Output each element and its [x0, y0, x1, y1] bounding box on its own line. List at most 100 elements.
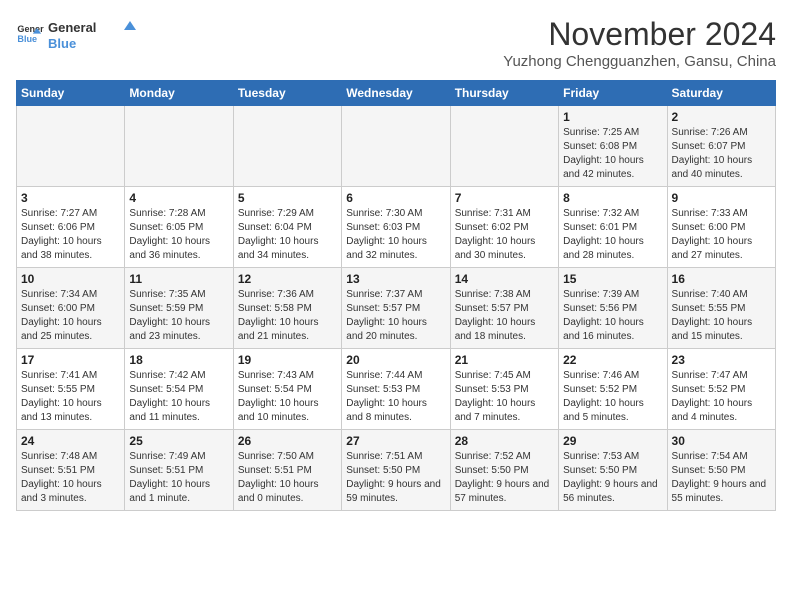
- day-info: Sunrise: 7:27 AM Sunset: 6:06 PM Dayligh…: [21, 207, 120, 263]
- calendar-cell: 13Sunrise: 7:37 AM Sunset: 5:57 PM Dayli…: [342, 268, 450, 349]
- calendar-cell: 2Sunrise: 7:26 AM Sunset: 6:07 PM Daylig…: [667, 106, 775, 187]
- day-info: Sunrise: 7:25 AM Sunset: 6:08 PM Dayligh…: [563, 126, 662, 182]
- day-number: 24: [21, 434, 120, 448]
- day-number: 14: [455, 272, 554, 286]
- calendar-cell: 5Sunrise: 7:29 AM Sunset: 6:04 PM Daylig…: [233, 187, 341, 268]
- calendar-cell: 27 Sunrise: 7:51 AM Sunset: 5:50 PM Dayli…: [342, 430, 450, 511]
- calendar-cell: 24 Sunrise: 7:48 AM Sunset: 5:51 PM Dayli…: [17, 430, 125, 511]
- weekday-header: Tuesday: [233, 81, 341, 106]
- weekday-header: Thursday: [450, 81, 558, 106]
- day-number: 7: [455, 191, 554, 205]
- day-number: 19: [238, 353, 337, 367]
- svg-text:Blue: Blue: [48, 36, 76, 51]
- calendar-cell: 17Sunrise: 7:41 AM Sunset: 5:55 PM Dayli…: [17, 349, 125, 430]
- weekday-header: Saturday: [667, 81, 775, 106]
- calendar-cell: 11Sunrise: 7:35 AM Sunset: 5:59 PM Dayli…: [125, 268, 233, 349]
- svg-text:General: General: [48, 20, 96, 35]
- day-info: Sunrise: 7:52 AM Sunset: 5:50 PM Dayligh…: [455, 450, 554, 506]
- day-info: Sunrise: 7:32 AM Sunset: 6:01 PM Dayligh…: [563, 207, 662, 263]
- day-number: 12: [238, 272, 337, 286]
- day-info: Sunrise: 7:34 AM Sunset: 6:00 PM Dayligh…: [21, 288, 120, 344]
- day-number: 10: [21, 272, 120, 286]
- calendar-cell: 12 Sunrise: 7:36 AM Sunset: 5:58 PM Dayli…: [233, 268, 341, 349]
- day-info: Sunrise: 7:38 AM Sunset: 5:57 PM Dayligh…: [455, 288, 554, 344]
- day-number: 4: [129, 191, 228, 205]
- day-number: 27: [346, 434, 445, 448]
- calendar-week-row: 24 Sunrise: 7:48 AM Sunset: 5:51 PM Dayli…: [17, 430, 776, 511]
- day-number: 16: [672, 272, 771, 286]
- day-number: 15: [563, 272, 662, 286]
- day-info: Sunrise: 7:26 AM Sunset: 6:07 PM Dayligh…: [672, 126, 771, 182]
- day-info: Sunrise: 7:36 AM Sunset: 5:58 PM Dayligh…: [238, 288, 337, 344]
- day-info: Sunrise: 7:44 AM Sunset: 5:53 PM Dayligh…: [346, 369, 445, 425]
- day-number: 6: [346, 191, 445, 205]
- calendar-cell: 22 Sunrise: 7:46 AM Sunset: 5:52 PM Dayli…: [559, 349, 667, 430]
- calendar-week-row: 3 Sunrise: 7:27 AM Sunset: 6:06 PM Daylig…: [17, 187, 776, 268]
- weekday-header-row: SundayMondayTuesdayWednesdayThursdayFrid…: [17, 81, 776, 106]
- calendar-title: November 2024: [503, 16, 776, 53]
- day-info: Sunrise: 7:37 AM Sunset: 5:57 PM Dayligh…: [346, 288, 445, 344]
- day-number: 3: [21, 191, 120, 205]
- calendar-cell: 3 Sunrise: 7:27 AM Sunset: 6:06 PM Daylig…: [17, 187, 125, 268]
- day-info: Sunrise: 7:28 AM Sunset: 6:05 PM Dayligh…: [129, 207, 228, 263]
- calendar-cell: [17, 106, 125, 187]
- calendar-cell: [233, 106, 341, 187]
- day-info: Sunrise: 7:42 AM Sunset: 5:54 PM Dayligh…: [129, 369, 228, 425]
- day-number: 22: [563, 353, 662, 367]
- header: General Blue General Blue November 2024 …: [16, 16, 776, 70]
- day-info: Sunrise: 7:50 AM Sunset: 5:51 PM Dayligh…: [238, 450, 337, 506]
- svg-text:Blue: Blue: [17, 34, 37, 44]
- day-info: Sunrise: 7:48 AM Sunset: 5:51 PM Dayligh…: [21, 450, 120, 506]
- weekday-header: Monday: [125, 81, 233, 106]
- calendar-cell: 14 Sunrise: 7:38 AM Sunset: 5:57 PM Dayli…: [450, 268, 558, 349]
- calendar-cell: 1 Sunrise: 7:25 AM Sunset: 6:08 PM Daylig…: [559, 106, 667, 187]
- day-info: Sunrise: 7:53 AM Sunset: 5:50 PM Dayligh…: [563, 450, 662, 506]
- day-info: Sunrise: 7:39 AM Sunset: 5:56 PM Dayligh…: [563, 288, 662, 344]
- day-info: Sunrise: 7:46 AM Sunset: 5:52 PM Dayligh…: [563, 369, 662, 425]
- day-number: 25: [129, 434, 228, 448]
- day-number: 26: [238, 434, 337, 448]
- calendar-cell: 10 Sunrise: 7:34 AM Sunset: 6:00 PM Dayli…: [17, 268, 125, 349]
- calendar-cell: 20 Sunrise: 7:44 AM Sunset: 5:53 PM Dayli…: [342, 349, 450, 430]
- day-info: Sunrise: 7:31 AM Sunset: 6:02 PM Dayligh…: [455, 207, 554, 263]
- day-info: Sunrise: 7:30 AM Sunset: 6:03 PM Dayligh…: [346, 207, 445, 263]
- day-number: 1: [563, 110, 662, 124]
- day-number: 9: [672, 191, 771, 205]
- day-info: Sunrise: 7:51 AM Sunset: 5:50 PM Dayligh…: [346, 450, 445, 506]
- weekday-header: Wednesday: [342, 81, 450, 106]
- calendar-cell: 6 Sunrise: 7:30 AM Sunset: 6:03 PM Daylig…: [342, 187, 450, 268]
- day-number: 28: [455, 434, 554, 448]
- calendar-week-row: 17Sunrise: 7:41 AM Sunset: 5:55 PM Dayli…: [17, 349, 776, 430]
- logo: General Blue General Blue: [16, 16, 138, 54]
- calendar-cell: 15 Sunrise: 7:39 AM Sunset: 5:56 PM Dayli…: [559, 268, 667, 349]
- day-info: Sunrise: 7:54 AM Sunset: 5:50 PM Dayligh…: [672, 450, 771, 506]
- day-number: 17: [21, 353, 120, 367]
- weekday-header: Friday: [559, 81, 667, 106]
- calendar-cell: 26 Sunrise: 7:50 AM Sunset: 5:51 PM Dayli…: [233, 430, 341, 511]
- calendar-table: SundayMondayTuesdayWednesdayThursdayFrid…: [16, 80, 776, 511]
- day-info: Sunrise: 7:40 AM Sunset: 5:55 PM Dayligh…: [672, 288, 771, 344]
- calendar-subtitle: Yuzhong Chengguanzhen, Gansu, China: [503, 53, 776, 70]
- calendar-cell: 29Sunrise: 7:53 AM Sunset: 5:50 PM Dayli…: [559, 430, 667, 511]
- calendar-cell: 18Sunrise: 7:42 AM Sunset: 5:54 PM Dayli…: [125, 349, 233, 430]
- day-info: Sunrise: 7:45 AM Sunset: 5:53 PM Dayligh…: [455, 369, 554, 425]
- calendar-cell: 9Sunrise: 7:33 AM Sunset: 6:00 PM Daylig…: [667, 187, 775, 268]
- calendar-cell: 7 Sunrise: 7:31 AM Sunset: 6:02 PM Daylig…: [450, 187, 558, 268]
- day-number: 20: [346, 353, 445, 367]
- logo-graphic-icon: General Blue: [48, 16, 138, 54]
- calendar-cell: 8 Sunrise: 7:32 AM Sunset: 6:01 PM Daylig…: [559, 187, 667, 268]
- calendar-week-row: 1 Sunrise: 7:25 AM Sunset: 6:08 PM Daylig…: [17, 106, 776, 187]
- day-number: 23: [672, 353, 771, 367]
- calendar-cell: 25Sunrise: 7:49 AM Sunset: 5:51 PM Dayli…: [125, 430, 233, 511]
- title-section: November 2024 Yuzhong Chengguanzhen, Gan…: [503, 16, 776, 70]
- calendar-cell: [342, 106, 450, 187]
- calendar-week-row: 10 Sunrise: 7:34 AM Sunset: 6:00 PM Dayli…: [17, 268, 776, 349]
- calendar-cell: [125, 106, 233, 187]
- day-number: 30: [672, 434, 771, 448]
- calendar-cell: 4 Sunrise: 7:28 AM Sunset: 6:05 PM Daylig…: [125, 187, 233, 268]
- calendar-cell: [450, 106, 558, 187]
- day-number: 8: [563, 191, 662, 205]
- day-info: Sunrise: 7:35 AM Sunset: 5:59 PM Dayligh…: [129, 288, 228, 344]
- calendar-cell: 28 Sunrise: 7:52 AM Sunset: 5:50 PM Dayli…: [450, 430, 558, 511]
- day-info: Sunrise: 7:43 AM Sunset: 5:54 PM Dayligh…: [238, 369, 337, 425]
